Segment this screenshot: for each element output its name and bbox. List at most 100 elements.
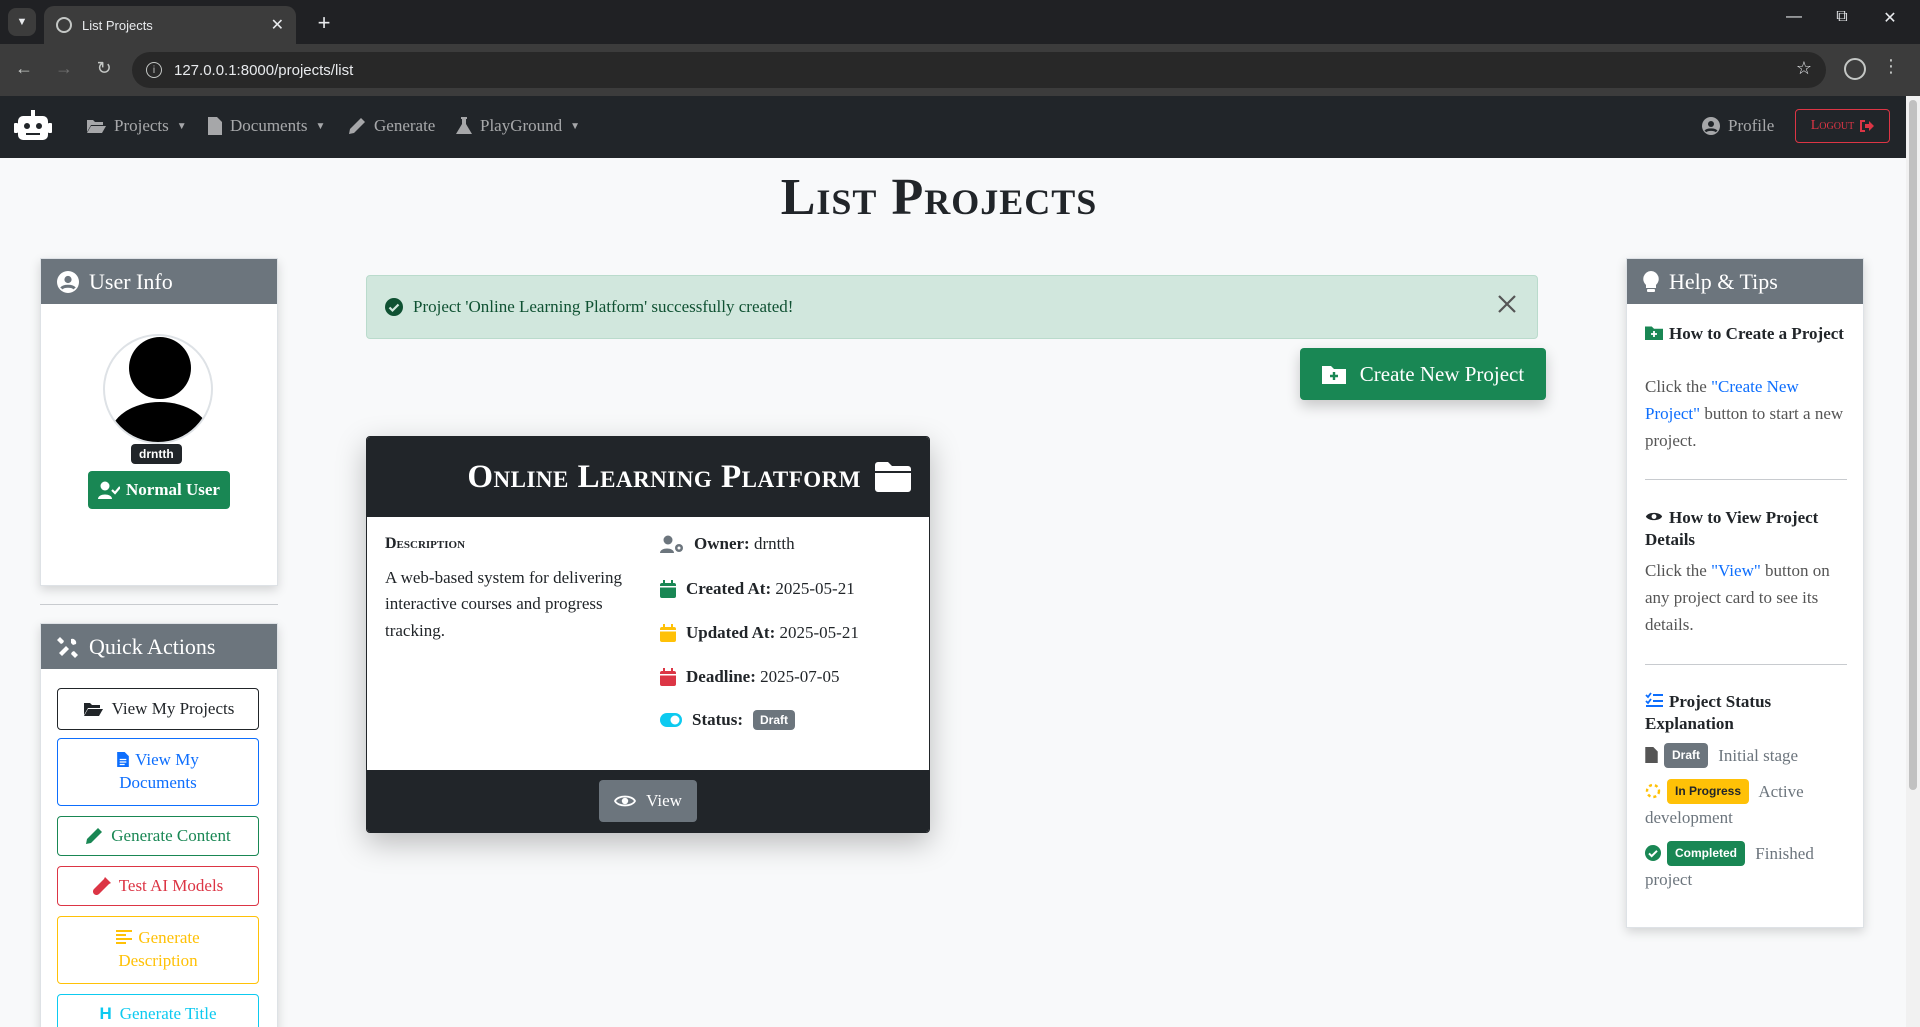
- help-tips-panel: Help & Tips How to Create a Project Clic…: [1626, 258, 1864, 928]
- minimize-button[interactable]: —: [1774, 8, 1814, 26]
- nav-documents[interactable]: Documents ▼: [208, 116, 325, 136]
- divider: [40, 604, 278, 605]
- robot-logo-icon[interactable]: [14, 110, 52, 142]
- align-left-icon: [116, 930, 133, 945]
- generate-title-label: Generate Title: [119, 1003, 217, 1023]
- view-project-button[interactable]: View: [599, 780, 697, 822]
- created-row: Created At: 2025-05-21: [660, 579, 855, 599]
- chevron-down-icon: ▼: [315, 120, 326, 132]
- nav-profile[interactable]: Profile: [1702, 116, 1774, 136]
- close-icon[interactable]: [1493, 290, 1521, 318]
- status-completed-row: Completed Finished project: [1645, 841, 1845, 894]
- page-title: List Projects: [780, 169, 1098, 226]
- generate-title-button[interactable]: H Generate Title: [57, 994, 259, 1027]
- quick-actions-header: Quick Actions: [41, 624, 277, 669]
- vial-icon: [92, 877, 111, 895]
- help-view-link[interactable]: "View": [1711, 561, 1761, 580]
- divider: [1645, 664, 1847, 665]
- bookmark-star-icon[interactable]: ☆: [1796, 58, 1812, 79]
- list-check-icon: [1645, 692, 1663, 707]
- project-description: A web-based system for delivering intera…: [385, 568, 622, 640]
- browser-tab[interactable]: List Projects ✕: [44, 6, 296, 44]
- deadline-label: Deadline:: [686, 667, 756, 686]
- project-card-header: Online Learning Platform: [367, 437, 929, 517]
- status-draft-row: Draft Initial stage: [1645, 743, 1845, 769]
- generate-content-button[interactable]: Generate Content: [57, 816, 259, 856]
- help-view-title-text: How to View Project Details: [1645, 508, 1819, 550]
- user-circle-icon: [57, 270, 79, 293]
- spinner-icon: [1645, 783, 1661, 799]
- nav-projects[interactable]: Projects ▼: [86, 116, 187, 136]
- tab-search-button[interactable]: ▼: [8, 8, 36, 36]
- heading-icon: H: [99, 1003, 112, 1023]
- view-my-documents-text: View My Documents: [119, 750, 199, 792]
- deadline-value: 2025-07-05: [760, 667, 840, 686]
- create-new-project-button[interactable]: Create New Project: [1300, 348, 1546, 400]
- nav-generate[interactable]: Generate: [348, 116, 435, 136]
- file-icon: [208, 117, 222, 135]
- view-my-documents-label: View My Documents: [78, 749, 238, 795]
- status-completed-badge: Completed: [1667, 841, 1746, 866]
- back-icon[interactable]: ←: [12, 58, 36, 79]
- created-value: 2025-05-21: [775, 579, 855, 598]
- window-close-button[interactable]: ✕: [1870, 8, 1910, 28]
- success-alert: Project 'Online Learning Platform' succe…: [366, 275, 1538, 339]
- user-avatar-icon: [110, 337, 210, 442]
- folder-icon: [875, 462, 911, 492]
- pen-icon: [349, 118, 365, 134]
- tab-close-icon[interactable]: ✕: [271, 15, 284, 35]
- menu-kebab-icon[interactable]: ⋮: [1882, 56, 1900, 77]
- browser-toolbar: ← → ↻ i 127.0.0.1:8000/projects/list ☆ ⋮: [0, 44, 1920, 96]
- logout-button[interactable]: Logout: [1795, 109, 1890, 143]
- url-text: 127.0.0.1:8000/projects/list: [174, 61, 354, 79]
- project-card: Online Learning Platform Description A w…: [366, 436, 930, 833]
- address-bar[interactable]: i 127.0.0.1:8000/projects/list ☆: [132, 52, 1826, 88]
- help-view-title: How to View Project Details: [1645, 507, 1845, 551]
- project-name: Online Learning Platform: [467, 458, 861, 495]
- status-draft-desc: Initial stage: [1718, 746, 1799, 765]
- normal-user-label: Normal User: [126, 480, 220, 499]
- restore-button[interactable]: ⧉: [1822, 8, 1862, 26]
- calendar-icon: [660, 668, 676, 686]
- generate-description-label: Generate Description: [88, 927, 228, 973]
- new-tab-button[interactable]: +: [312, 10, 336, 36]
- user-check-icon: [98, 481, 121, 499]
- owner-value: drntth: [753, 534, 795, 553]
- app-navbar: Projects ▼ Documents ▼ Generate PlayGrou…: [0, 96, 1906, 158]
- toggle-on-icon: [660, 713, 682, 727]
- help-status-title-text: Project Status Explanation: [1645, 692, 1772, 734]
- file-icon: [1645, 747, 1658, 763]
- view-my-documents-button[interactable]: View My Documents: [57, 738, 259, 806]
- reload-icon[interactable]: ↻: [92, 58, 116, 79]
- help-create-text: Click the "Create New Project" button to…: [1645, 373, 1845, 455]
- test-ai-models-button[interactable]: Test AI Models: [57, 866, 259, 906]
- user-info-header: User Info: [41, 259, 277, 304]
- status-inprogress-row: In Progress Active development: [1645, 779, 1845, 832]
- chevron-down-icon: ▼: [176, 120, 187, 132]
- project-card-footer: View: [367, 770, 929, 832]
- updated-label: Updated At:: [686, 623, 776, 642]
- browser-tabstrip: ▼ List Projects ✕ + — ⧉ ✕: [0, 0, 1920, 44]
- status-inprogress-badge: In Progress: [1667, 779, 1750, 804]
- generate-description-button[interactable]: Generate Description: [57, 916, 259, 984]
- view-my-projects-button[interactable]: View My Projects: [57, 688, 259, 730]
- view-my-projects-label: View My Projects: [111, 698, 235, 718]
- status-draft-badge: Draft: [1664, 743, 1709, 768]
- scrollbar-thumb[interactable]: [1909, 100, 1917, 790]
- tools-icon: [57, 636, 78, 658]
- site-info-icon[interactable]: i: [146, 62, 162, 78]
- forward-icon[interactable]: →: [52, 58, 76, 79]
- account-icon[interactable]: [1844, 58, 1866, 80]
- help-tips-title: Help & Tips: [1669, 268, 1778, 294]
- updated-row: Updated At: 2025-05-21: [660, 623, 859, 643]
- page-scrollbar[interactable]: [1906, 96, 1920, 1027]
- chevron-down-icon: ▼: [570, 120, 581, 132]
- help-tips-header: Help & Tips: [1627, 259, 1863, 304]
- user-circle-icon: [1702, 117, 1720, 135]
- eye-icon: [614, 795, 637, 807]
- owner-label: Owner:: [694, 534, 750, 553]
- nav-playground[interactable]: PlayGround ▼: [456, 116, 580, 136]
- user-cog-icon: [660, 535, 683, 553]
- normal-user-button[interactable]: Normal User: [88, 471, 230, 509]
- nav-projects-label: Projects: [114, 116, 169, 135]
